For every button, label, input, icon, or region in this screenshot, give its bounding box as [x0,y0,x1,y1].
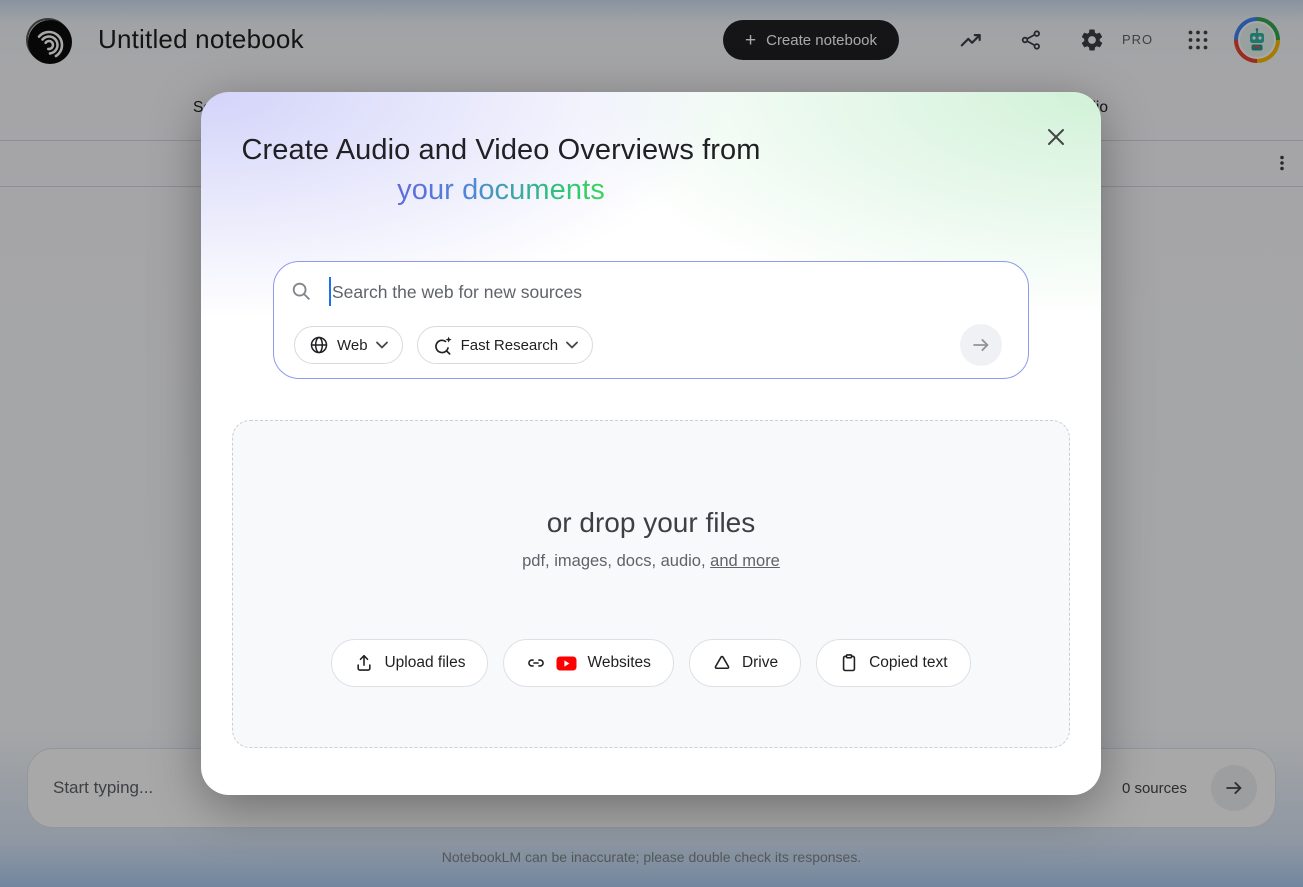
research-mode-label: Fast Research [461,337,559,354]
add-sources-dialog: Create Audio and Video Overviews from yo… [201,92,1101,795]
copied-text-label: Copied text [869,654,947,672]
chevron-down-icon [566,341,578,349]
and-more-link[interactable]: and more [710,552,780,570]
drop-zone-heading: or drop your files [233,507,1069,539]
file-types-text: pdf, images, docs, audio, [522,552,710,570]
youtube-icon [556,656,577,671]
link-icon [526,653,546,673]
chevron-down-icon [376,341,388,349]
submit-search-button[interactable] [960,324,1002,366]
drive-button[interactable]: Drive [689,639,801,687]
close-dialog-button[interactable] [1036,117,1076,157]
dialog-title: Create Audio and Video Overviews from yo… [225,130,777,210]
close-icon [1044,125,1068,149]
drive-label: Drive [742,654,778,672]
drive-icon [712,653,732,673]
research-sparkle-icon [432,335,453,356]
source-buttons-row: Upload files Websites [233,639,1069,687]
arrow-right-icon [970,334,992,356]
search-input[interactable] [332,274,952,310]
notebooklm-app: Untitled notebook + Create notebook [0,0,1303,887]
search-option-chips: Web Fast Researc [294,326,593,364]
websites-button[interactable]: Websites [503,639,673,687]
websites-label: Websites [587,654,650,672]
dialog-title-line1: Create Audio and Video Overviews from [242,134,761,166]
dialog-title-line2: your documents [397,174,605,206]
source-type-dropdown[interactable]: Web [294,326,403,364]
text-caret [329,277,331,306]
search-icon [290,280,312,302]
upload-files-label: Upload files [384,654,465,672]
copied-text-button[interactable]: Copied text [816,639,970,687]
globe-icon [309,335,329,355]
drop-zone-subtext: pdf, images, docs, audio, and more [233,552,1069,571]
web-search-box: Web Fast Researc [273,261,1029,379]
clipboard-icon [839,653,859,673]
research-mode-dropdown[interactable]: Fast Research [417,326,594,364]
upload-icon [354,653,374,673]
source-type-label: Web [337,337,368,354]
file-drop-zone[interactable]: or drop your files pdf, images, docs, au… [232,420,1070,748]
upload-files-button[interactable]: Upload files [331,639,488,687]
